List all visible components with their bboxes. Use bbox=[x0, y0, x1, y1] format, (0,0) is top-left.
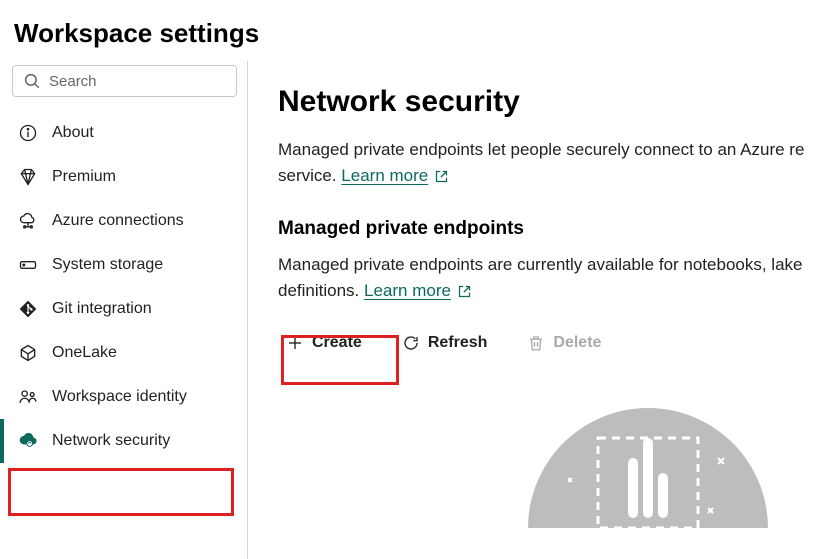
sidebar-item-onelake[interactable]: OneLake bbox=[8, 331, 241, 375]
trash-icon bbox=[527, 334, 545, 352]
search-icon bbox=[23, 72, 41, 90]
cloud-lock-icon bbox=[18, 431, 38, 451]
empty-state-graphic bbox=[508, 388, 821, 533]
cloud-connect-icon bbox=[18, 211, 38, 231]
refresh-icon bbox=[402, 334, 420, 352]
external-link-icon bbox=[457, 284, 472, 299]
sidebar-item-label: Azure connections bbox=[52, 212, 184, 230]
info-icon bbox=[18, 123, 38, 143]
search-input[interactable] bbox=[49, 73, 226, 90]
sidebar-item-label: Network security bbox=[52, 432, 170, 450]
git-icon bbox=[18, 299, 38, 319]
sidebar-item-azure-connections[interactable]: Azure connections bbox=[8, 199, 241, 243]
onelake-icon bbox=[18, 343, 38, 363]
sidebar-item-premium[interactable]: Premium bbox=[8, 155, 241, 199]
sub-text: Managed private endpoints are currently … bbox=[278, 252, 821, 305]
sidebar-item-system-storage[interactable]: System storage bbox=[8, 243, 241, 287]
search-box[interactable] bbox=[12, 65, 237, 97]
sidebar-item-label: Premium bbox=[52, 168, 116, 186]
refresh-button[interactable]: Refresh bbox=[394, 328, 496, 358]
identity-icon bbox=[18, 387, 38, 407]
learn-more-link-2[interactable]: Learn more bbox=[364, 278, 472, 304]
learn-more-link[interactable]: Learn more bbox=[341, 163, 449, 189]
sub-heading: Managed private endpoints bbox=[278, 218, 821, 240]
sidebar-item-label: OneLake bbox=[52, 344, 117, 362]
sidebar-item-about[interactable]: About bbox=[8, 111, 241, 155]
sidebar-item-label: Git integration bbox=[52, 300, 152, 318]
diamond-icon bbox=[18, 167, 38, 187]
sidebar-item-label: About bbox=[52, 124, 94, 142]
main-heading: Network security bbox=[278, 85, 821, 119]
sidebar-item-network-security[interactable]: Network security bbox=[0, 419, 241, 463]
sidebar: About Premium Azure connections System s… bbox=[0, 61, 248, 559]
sidebar-item-label: System storage bbox=[52, 256, 163, 274]
delete-button: Delete bbox=[519, 328, 609, 358]
external-link-icon bbox=[434, 169, 449, 184]
sidebar-item-label: Workspace identity bbox=[52, 388, 187, 406]
sidebar-item-git-integration[interactable]: Git integration bbox=[8, 287, 241, 331]
storage-icon bbox=[18, 255, 38, 275]
sidebar-item-workspace-identity[interactable]: Workspace identity bbox=[8, 375, 241, 419]
page-title: Workspace settings bbox=[0, 0, 821, 61]
create-button[interactable]: Create bbox=[278, 328, 370, 358]
plus-icon bbox=[286, 334, 304, 352]
toolbar: Create Refresh Delete bbox=[278, 328, 821, 358]
intro-text: Managed private endpoints let people sec… bbox=[278, 137, 821, 190]
main-content: Network security Managed private endpoin… bbox=[248, 61, 821, 559]
